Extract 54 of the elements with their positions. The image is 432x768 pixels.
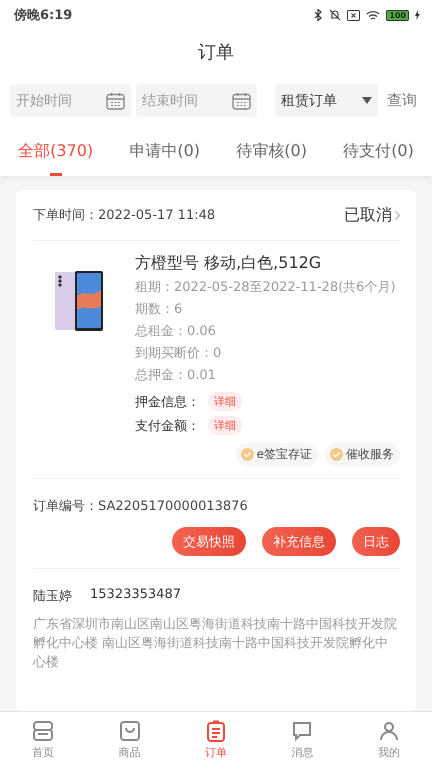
clipboard-icon xyxy=(204,720,227,742)
sim-icon xyxy=(347,10,360,20)
order-tab[interactable]: 待支付(0) xyxy=(343,141,414,176)
order-tab[interactable]: 申请中(0) xyxy=(129,141,200,176)
info-label: 押金信息： xyxy=(135,394,200,410)
product-detail: 总租金：0.06 xyxy=(135,323,217,341)
customer-name: 陆玉婷 xyxy=(33,588,72,605)
wifi-icon xyxy=(366,10,380,20)
customer-address: 广东省深圳市南山区南山区粤海街道科技南十路中国科技开发院孵化中心楼 南山区粤海街道科技南十路中国科技开发院孵化中心楼 xyxy=(33,616,398,672)
calendar-icon xyxy=(232,92,251,110)
order-status[interactable]: 已取消 xyxy=(344,204,400,226)
order-type-dropdown[interactable]: 租赁订单 xyxy=(275,84,378,117)
start-date-field[interactable]: 开始时间 xyxy=(10,84,131,117)
nav-item[interactable]: 订单 xyxy=(186,712,246,768)
page-title: 订单 xyxy=(197,41,235,65)
chat-icon xyxy=(291,720,314,742)
bluetooth-icon xyxy=(314,9,324,21)
charging-icon xyxy=(415,10,420,20)
service-tag[interactable]: 催收服务 xyxy=(325,443,400,466)
calendar-icon xyxy=(106,92,125,110)
customer-phone: 15323353487 xyxy=(90,587,181,604)
product-detail: 期数：6 xyxy=(135,301,184,319)
action-button[interactable]: 补充信息 xyxy=(262,527,336,556)
detail-button[interactable]: 详细 xyxy=(208,392,242,411)
check-icon xyxy=(330,448,343,461)
person-icon xyxy=(378,720,400,742)
product-detail: 租期：2022-05-28至2022-11-28(共6个月) xyxy=(135,279,396,297)
chevron-icon xyxy=(395,210,400,220)
order-tab[interactable]: 全部(370) xyxy=(18,141,94,176)
service-tag[interactable]: e签宝存证 xyxy=(236,443,318,466)
order-time: 下单时间：2022-05-17 11:48 xyxy=(33,207,216,224)
info-label: 支付金额： xyxy=(135,418,200,434)
order-tab[interactable]: 待审核(0) xyxy=(236,141,307,176)
bell-off-icon xyxy=(329,9,342,21)
check-icon xyxy=(240,448,254,461)
nav-item[interactable]: 商品 xyxy=(100,712,160,768)
order-number: 订单编号：SA2205170000013876 xyxy=(33,498,249,516)
store-icon xyxy=(32,720,54,742)
action-button[interactable]: 日志 xyxy=(352,527,400,556)
status-time: 傍晚6:19 xyxy=(14,7,72,24)
nav-item[interactable]: 消息 xyxy=(272,712,332,768)
product-detail: 总押金：0.01 xyxy=(135,367,217,385)
query-button[interactable]: 查询 xyxy=(383,91,421,110)
bag-icon xyxy=(118,720,141,742)
nav-item[interactable]: 首页 xyxy=(13,712,74,768)
action-button[interactable]: 交易快照 xyxy=(172,527,246,556)
detail-button[interactable]: 详细 xyxy=(208,416,242,435)
product-detail: 到期买断价：0 xyxy=(135,345,222,363)
caret-icon xyxy=(362,97,372,104)
nav-item[interactable]: 我的 xyxy=(358,712,419,768)
phone-product-image xyxy=(55,271,105,331)
product-name: 方橙型号 移动,白色,512G xyxy=(135,253,322,274)
end-date-field[interactable]: 结束时间 xyxy=(136,84,257,117)
battery-indicator: 100 xyxy=(386,10,409,20)
